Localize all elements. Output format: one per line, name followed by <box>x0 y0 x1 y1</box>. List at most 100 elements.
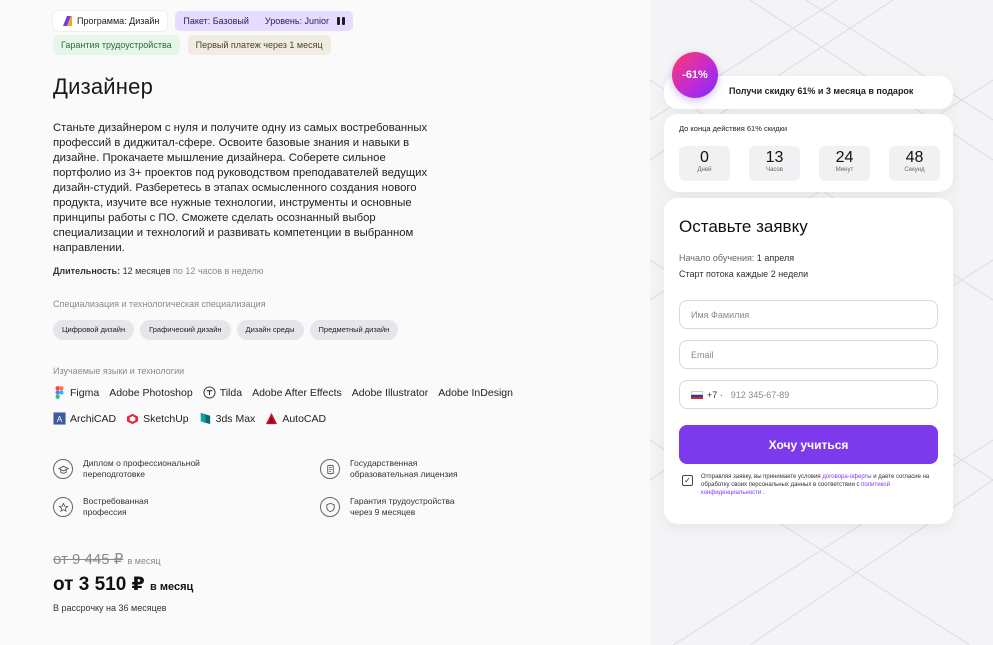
course-info-panel: Программа: Дизайн Пакет: Базовый Уровень… <box>0 0 650 645</box>
tech-autocad: AutoCAD <box>265 412 326 425</box>
feature-demand-line2: профессия <box>83 507 127 517</box>
package-label: Пакет: Базовый <box>183 16 249 26</box>
installments-note: В рассрочку на 36 месяцев <box>53 603 167 613</box>
feature-license-line2: образовательная лицензия <box>350 469 458 479</box>
tech-sketchup-label: SketchUp <box>143 412 189 425</box>
countdown-seconds-label: Секунд <box>904 167 925 173</box>
consent-text-part3: . <box>761 490 765 496</box>
countdown-card: До конца действия 61% скидки 0 Дней 13 Ч… <box>664 114 953 192</box>
feature-diploma-line1: Диплом о профессиональной <box>83 458 200 468</box>
autocad-icon <box>266 412 278 425</box>
chip-environment-design[interactable]: Дизайн среды <box>236 320 304 340</box>
phone-field[interactable]: +7 · 912 345-67-89 <box>679 380 938 409</box>
countdown-days-value: 0 <box>700 149 709 166</box>
feature-guarantee-line1: Гарантия трудоустройства <box>350 496 455 506</box>
shield-icon <box>320 497 340 517</box>
tech-after-effects-label: Adobe After Effects <box>252 386 342 399</box>
figma-icon <box>55 386 64 399</box>
feature-license-line1: Государственная <box>350 458 418 468</box>
start-info: Начало обучения: 1 апреля Старт потока к… <box>679 250 808 282</box>
new-price-value: от 3 510 ₽ <box>53 574 145 595</box>
feature-demand: Востребованная профессия <box>53 496 148 518</box>
sketchup-icon <box>127 413 139 425</box>
countdown-minutes-label: Минут <box>835 167 854 173</box>
tilda-icon <box>203 386 216 399</box>
specialization-title: Специализация и технологическая специали… <box>53 299 266 309</box>
form-title: Оставьте заявку <box>679 217 808 236</box>
tech-archicad: A ArchiCAD <box>53 412 116 425</box>
countdown-minutes: 24 Минут <box>819 146 870 181</box>
tech-autocad-label: AutoCAD <box>282 412 327 425</box>
old-price-value: от 9 445 ₽ <box>53 551 124 568</box>
first-payment-tag: Первый платеж через 1 месяц <box>187 35 331 55</box>
feature-diploma-line2: переподготовке <box>83 469 145 479</box>
tech-3dsmax: 3ds Max <box>199 412 255 425</box>
consent-block: ✓ Отправляя заявку, вы принимаете услови… <box>682 473 938 497</box>
tag-row-top: Программа: Дизайн Пакет: Базовый Уровень… <box>53 11 354 31</box>
tech-tilda: Tilda <box>203 386 242 399</box>
feature-diploma: Диплом о профессиональной переподготовке <box>53 458 200 480</box>
feature-license: Государственная образовательная лицензия <box>320 458 458 480</box>
graduation-icon <box>53 459 73 479</box>
start-value: 1 апреля <box>756 253 795 263</box>
countdown-boxes: 0 Дней 13 Часов 24 Минут 48 Секунд <box>679 146 940 181</box>
countdown-hours-label: Часов <box>766 167 783 173</box>
countdown-days-label: Дней <box>697 167 712 173</box>
countdown-minutes-value: 24 <box>835 149 854 166</box>
tech-indesign-label: Adobe InDesign <box>438 386 513 399</box>
email-field[interactable]: Email <box>679 340 938 369</box>
feature-guarantee-line2: через 9 месяцев <box>350 507 416 517</box>
feature-guarantee: Гарантия трудоустройства через 9 месяцев <box>320 496 454 518</box>
feature-demand-line1: Востребованная <box>83 496 149 506</box>
countdown-seconds: 48 Секунд <box>889 146 940 181</box>
old-price: от 9 445 ₽ в месяц <box>53 550 161 568</box>
course-description: Станьте дизайнером с нуля и получите одн… <box>53 122 428 254</box>
program-logo-icon <box>63 16 72 26</box>
countdown-title: До конца действия 61% скидки <box>679 124 788 133</box>
svg-text:A: A <box>57 414 63 424</box>
start-label: Начало обучения: <box>679 253 755 263</box>
promo-text: Получи скидку 61% и 3 месяца в подарок <box>729 86 914 96</box>
guarantee-tag: Гарантия трудоустройства <box>53 35 180 55</box>
program-tag: Программа: Дизайн <box>53 11 168 31</box>
duration-hours: по 12 часов в неделю <box>173 266 264 276</box>
new-price-unit: в месяц <box>150 581 194 593</box>
tech-illustrator-label: Adobe Illustrator <box>351 386 429 399</box>
program-tag-label: Программа: Дизайн <box>77 16 160 26</box>
submit-button[interactable]: Хочу учиться <box>679 425 938 464</box>
chip-product-design[interactable]: Предметный дизайн <box>309 320 399 340</box>
level-label: Уровень: Junior <box>264 16 330 26</box>
countdown-hours-value: 13 <box>765 149 784 166</box>
tech-archicad-label: ArchiCAD <box>70 412 117 425</box>
tech-row-1: Figma Adobe Photoshop Tilda Adobe After … <box>53 386 513 399</box>
tech-illustrator: Adobe Illustrator <box>352 387 428 399</box>
new-price: от 3 510 ₽ в месяц <box>53 573 193 596</box>
tech-row-2: A ArchiCAD SketchUp 3ds Max AutoCAD <box>53 412 326 425</box>
tech-indesign: Adobe InDesign <box>438 387 513 399</box>
name-placeholder: Имя Фамилия <box>691 309 750 320</box>
countdown-seconds-value: 48 <box>905 149 924 166</box>
application-form: Оставьте заявку Начало обучения: 1 апрел… <box>664 198 953 524</box>
consent-text: Отправляя заявку, вы принимаете условия … <box>701 473 938 497</box>
name-field[interactable]: Имя Фамилия <box>679 300 938 329</box>
license-icon <box>320 459 340 479</box>
specialization-chips: Цифровой дизайн Графический дизайн Дизай… <box>53 320 399 340</box>
tech-photoshop: Adobe Photoshop <box>109 387 193 399</box>
tech-figma: Figma <box>53 386 99 399</box>
consent-text-part1: Отправляя заявку, вы принимаете условия <box>701 474 823 480</box>
duration-line: Длительность: 12 месяцев по 12 часов в н… <box>53 266 264 276</box>
page-title: Дизайнер <box>53 74 154 99</box>
russia-flag-icon[interactable] <box>691 390 703 399</box>
offer-link[interactable]: договора-оферты <box>822 474 871 480</box>
3dsmax-icon <box>200 412 210 425</box>
consent-checkbox[interactable]: ✓ <box>682 475 693 486</box>
tech-figma-label: Figma <box>70 386 100 399</box>
duration-label: Длительность: <box>53 266 121 276</box>
stream-info: Старт потока каждые 2 недели <box>679 269 809 279</box>
phone-code[interactable]: +7 · <box>707 390 723 400</box>
chip-digital-design[interactable]: Цифровой дизайн <box>53 320 135 340</box>
archicad-icon: A <box>53 412 66 425</box>
chip-graphic-design[interactable]: Графический дизайн <box>140 320 231 340</box>
phone-placeholder: 912 345-67-89 <box>730 389 790 400</box>
package-level-tag: Пакет: Базовый Уровень: Junior <box>175 11 354 31</box>
